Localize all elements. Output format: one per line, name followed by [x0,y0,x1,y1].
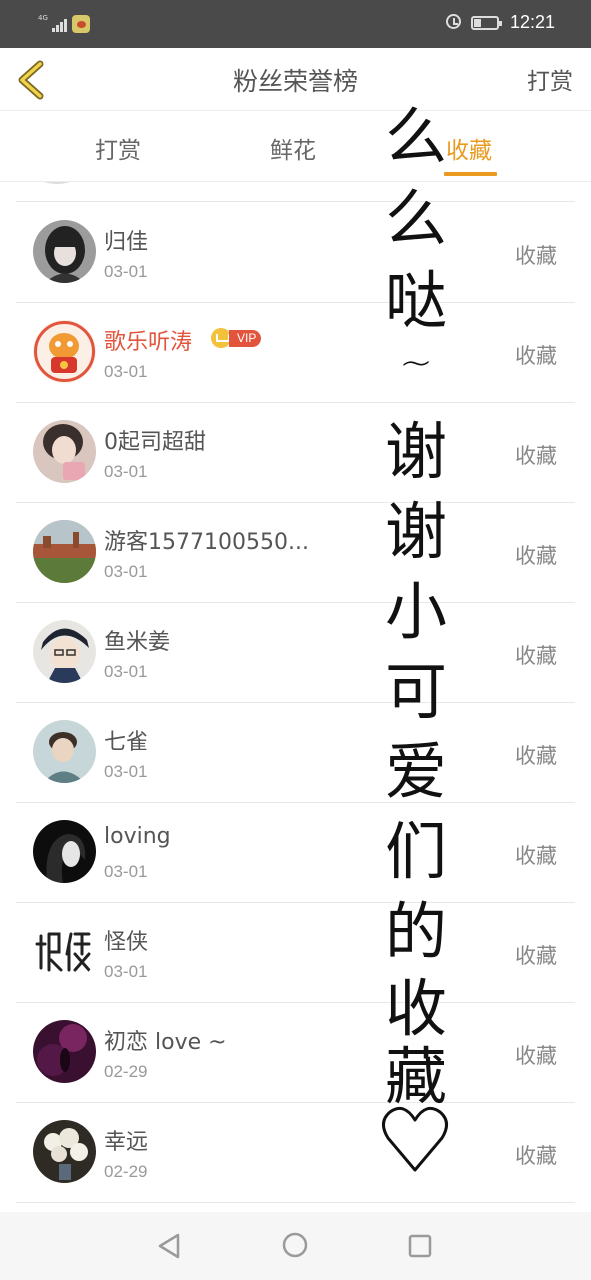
favorite-label: 收藏 [515,344,557,368]
user-name: 鱼米姜 [104,630,171,655]
nav-home-icon[interactable] [282,1232,308,1258]
avatar[interactable] [33,220,96,283]
favorite-date: 03-01 [104,362,148,381]
page-title: 粉丝荣誉榜 [232,67,358,96]
favorite-label: 收藏 [515,1044,557,1068]
tab-bar: 打赏 鲜花 收藏 [0,111,591,182]
favorite-date: 03-01 [104,262,148,281]
favorite-label: 收藏 [515,544,557,568]
favorite-label: 收藏 [515,644,557,668]
favorite-date: 02-29 [104,1162,148,1181]
active-tab-indicator [444,172,497,176]
user-name: 归佳 [104,230,149,255]
status-bar: 4G 12:21 [0,0,591,48]
signal-icon: 4G [38,14,68,34]
favorite-date: 03-01 [104,662,148,681]
favorite-date: 03-01 [104,962,148,981]
reward-button[interactable]: 打赏 [527,62,573,96]
avatar[interactable] [33,720,96,783]
user-name: loving [104,824,171,849]
avatar[interactable] [33,920,96,983]
tab-reward[interactable]: 打赏 [95,131,141,165]
favorite-date: 03-01 [104,562,148,581]
user-name: 游客1577100550... [104,530,309,555]
network-type: 4G [38,14,48,22]
tab-flowers[interactable]: 鲜花 [270,131,316,165]
favorite-date: 02-29 [104,1062,148,1081]
list-item[interactable]: loving 03-01 收藏 [16,802,575,903]
list-item[interactable]: 游客1577100550... 03-01 收藏 [16,502,575,603]
avatar[interactable] [33,520,96,583]
avatar[interactable] [33,1020,96,1083]
clipped-avatar [40,182,74,184]
avatar[interactable] [33,1120,96,1183]
list-item[interactable]: 归佳 03-01 收藏 [16,202,575,303]
favorite-label: 收藏 [515,1144,557,1168]
user-name: 七雀 [104,730,149,755]
tab-favorites[interactable]: 收藏 [446,131,492,165]
crown-icon [211,328,231,348]
favorites-list[interactable]: 归佳 03-01 收藏 歌乐听涛 VIP 03-01 收藏 0起司超甜 03-0… [0,182,591,1212]
user-name: 0起司超甜 [104,430,206,455]
status-time: 12:21 [510,12,556,32]
favorite-label: 收藏 [515,444,557,468]
battery-icon [471,16,502,30]
list-item[interactable]: 鱼米姜 03-01 收藏 [16,602,575,703]
list-item[interactable]: 七雀 03-01 收藏 [16,702,575,803]
user-name: 幸远 [104,1130,149,1155]
list-item[interactable]: 怪侠 03-01 收藏 [16,902,575,1003]
user-name: 歌乐听涛 [104,330,193,355]
favorite-label: 收藏 [515,944,557,968]
favorite-label: 收藏 [515,244,557,268]
nav-back-icon[interactable] [156,1232,182,1260]
favorite-label: 收藏 [515,844,557,868]
favorite-date: 03-01 [104,762,148,781]
user-name: 初恋 love ~ [104,1030,227,1055]
user-name: 怪侠 [104,930,149,955]
avatar[interactable] [33,820,96,883]
avatar[interactable] [33,620,96,683]
system-nav-bar [0,1212,591,1280]
avatar[interactable] [33,320,96,383]
favorite-date: 03-01 [104,462,148,481]
alarm-icon [446,14,461,29]
list-item[interactable]: 0起司超甜 03-01 收藏 [16,402,575,503]
list-item[interactable]: 初恋 love ~ 02-29 收藏 [16,1002,575,1103]
list-item[interactable]: 幸远 02-29 收藏 [16,1102,575,1203]
favorite-date: 03-01 [104,862,148,881]
title-bar: 粉丝荣誉榜 打赏 [0,48,591,111]
nav-recent-icon[interactable] [408,1234,432,1258]
favorite-label: 收藏 [515,744,557,768]
app-notification-icon [72,15,90,33]
vip-label: VIP [229,330,262,347]
avatar[interactable] [33,420,96,483]
battery-level [474,19,481,27]
list-item[interactable]: 歌乐听涛 VIP 03-01 收藏 [16,302,575,403]
